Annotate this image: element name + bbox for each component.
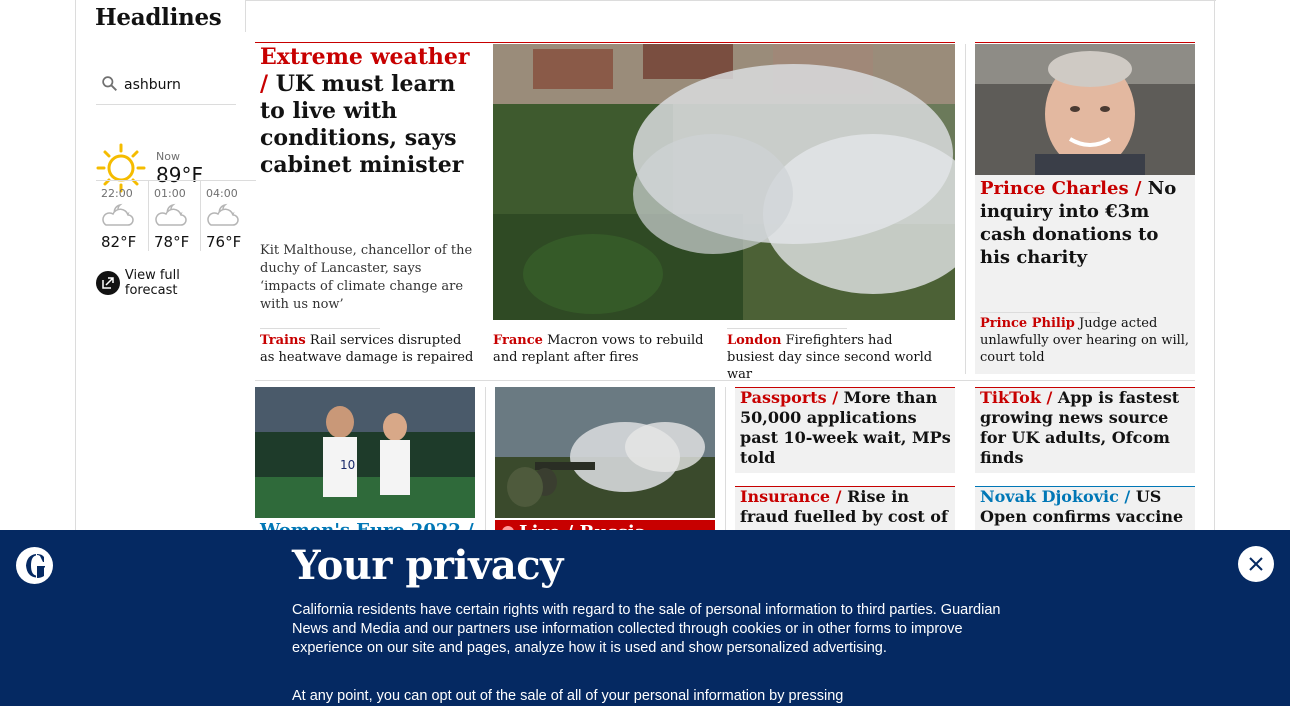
right-story-rule bbox=[975, 42, 1195, 43]
tiktok-kicker: TikTok / bbox=[980, 388, 1053, 407]
right-headline[interactable]: Prince Charles / No inquiry into €3m cas… bbox=[980, 177, 1192, 269]
close-icon bbox=[1249, 557, 1263, 571]
column-divider bbox=[485, 387, 486, 530]
insurance-kicker: Insurance / bbox=[740, 487, 842, 506]
svg-text:10: 10 bbox=[340, 458, 355, 472]
cloud-moon-icon bbox=[207, 203, 239, 226]
passports-headline[interactable]: Passports / More than 50,000 application… bbox=[740, 388, 952, 468]
weather-forecast: 22:00 82°F 01:00 78°F 04:00 76°F bbox=[96, 180, 256, 251]
right-sub-rule bbox=[980, 312, 1100, 313]
guardian-logo-icon bbox=[16, 547, 53, 584]
weather-widget: ashburn Now 89°F 22:00 82°F 01:00 78°F 0… bbox=[96, 70, 256, 298]
privacy-title: Your privacy bbox=[292, 542, 563, 589]
main-headline-text: UK must learn to live with conditions, s… bbox=[260, 71, 464, 178]
privacy-body-2: At any point, you can opt out of the sal… bbox=[292, 688, 844, 704]
main-headline[interactable]: Extreme weather / UK must learn to live … bbox=[260, 44, 485, 179]
artillery-image[interactable] bbox=[495, 387, 715, 518]
weather-location-field[interactable]: ashburn bbox=[96, 70, 236, 105]
djokovic-kicker: Novak Djokovic / bbox=[980, 487, 1131, 506]
right-sub-kicker: Prince Philip bbox=[980, 316, 1075, 331]
forecast-temp: 78°F bbox=[154, 233, 190, 251]
privacy-body: California residents have certain rights… bbox=[292, 602, 1001, 656]
view-forecast-label: View full forecast bbox=[124, 268, 180, 298]
forecast-slot: 04:00 76°F bbox=[200, 181, 252, 251]
search-icon bbox=[102, 76, 117, 91]
external-link-icon bbox=[96, 271, 120, 295]
main-story-rule bbox=[255, 42, 955, 43]
forecast-slot: 22:00 82°F bbox=[96, 181, 148, 251]
sublink-kicker: France bbox=[493, 333, 543, 348]
sublink-london[interactable]: London Firefighters had busiest day sinc… bbox=[727, 332, 942, 383]
cloud-moon-icon bbox=[155, 203, 187, 226]
row-divider bbox=[255, 380, 1195, 381]
sublink-kicker: Trains bbox=[260, 333, 306, 348]
sublink-rule bbox=[260, 328, 380, 329]
cloud-moon-icon bbox=[102, 203, 134, 226]
column-divider bbox=[725, 387, 726, 530]
column-divider bbox=[965, 44, 966, 374]
section-title: Headlines bbox=[95, 4, 222, 31]
right-sublink[interactable]: Prince Philip Judge acted unlawfully ove… bbox=[980, 315, 1192, 366]
sublink-france[interactable]: France Macron vows to rebuild and replan… bbox=[493, 332, 708, 366]
tiktok-headline[interactable]: TikTok / App is fastest growing news sou… bbox=[980, 388, 1192, 468]
weather-now-label: Now bbox=[156, 150, 180, 163]
wildfire-aerial-image[interactable] bbox=[493, 44, 955, 320]
sublink-kicker: London bbox=[727, 333, 782, 348]
sublink-rule bbox=[727, 328, 847, 329]
passports-kicker: Passports / bbox=[740, 388, 839, 407]
top-divider bbox=[245, 0, 1216, 1]
prince-charles-image[interactable] bbox=[975, 44, 1195, 175]
right-kicker: Prince Charles / bbox=[980, 178, 1142, 199]
privacy-banner: Your privacy California residents have c… bbox=[0, 530, 1290, 706]
main-standfirst: Kit Malthouse, chancellor of the duchy o… bbox=[260, 243, 473, 312]
weather-location: ashburn bbox=[124, 77, 181, 93]
view-forecast-link[interactable]: View full forecast bbox=[96, 268, 236, 298]
forecast-temp: 82°F bbox=[101, 233, 137, 251]
sublink-trains[interactable]: Trains Rail services disrupted as heatwa… bbox=[260, 332, 475, 366]
forecast-temp: 76°F bbox=[206, 233, 242, 251]
close-button[interactable] bbox=[1238, 546, 1274, 582]
womens-euro-image[interactable]: 10 bbox=[255, 387, 475, 518]
forecast-slot: 01:00 78°F bbox=[148, 181, 200, 251]
title-divider bbox=[245, 0, 246, 32]
weather-now: Now 89°F bbox=[96, 105, 236, 193]
